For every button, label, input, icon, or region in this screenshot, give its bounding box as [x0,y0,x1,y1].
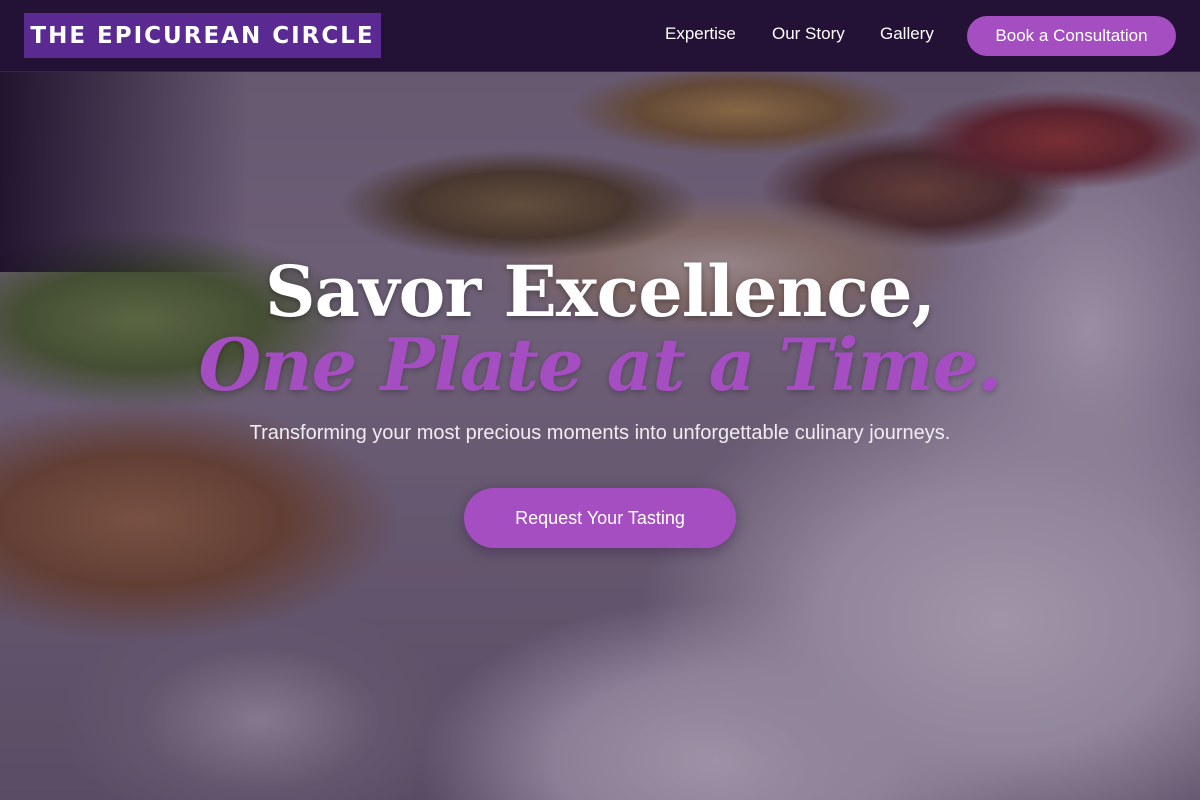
hero-title-accent: One Plate at a Time. [198,322,1003,407]
book-consultation-button[interactable]: Book a Consultation [967,16,1176,56]
hero-shade [0,72,250,272]
hero-title: Savor Excellence, [265,250,936,333]
nav-link-gallery[interactable]: Gallery [880,24,934,44]
main-nav: Expertise Our Story Gallery Book a Consu… [0,0,1200,72]
request-tasting-button[interactable]: Request Your Tasting [464,488,736,548]
site-header: THE EPICUREAN CIRCLE Expertise Our Story… [0,0,1200,72]
nav-link-our-story[interactable]: Our Story [772,24,845,44]
nav-link-expertise[interactable]: Expertise [665,24,736,44]
hero-subtitle: Transforming your most precious moments … [249,422,951,444]
